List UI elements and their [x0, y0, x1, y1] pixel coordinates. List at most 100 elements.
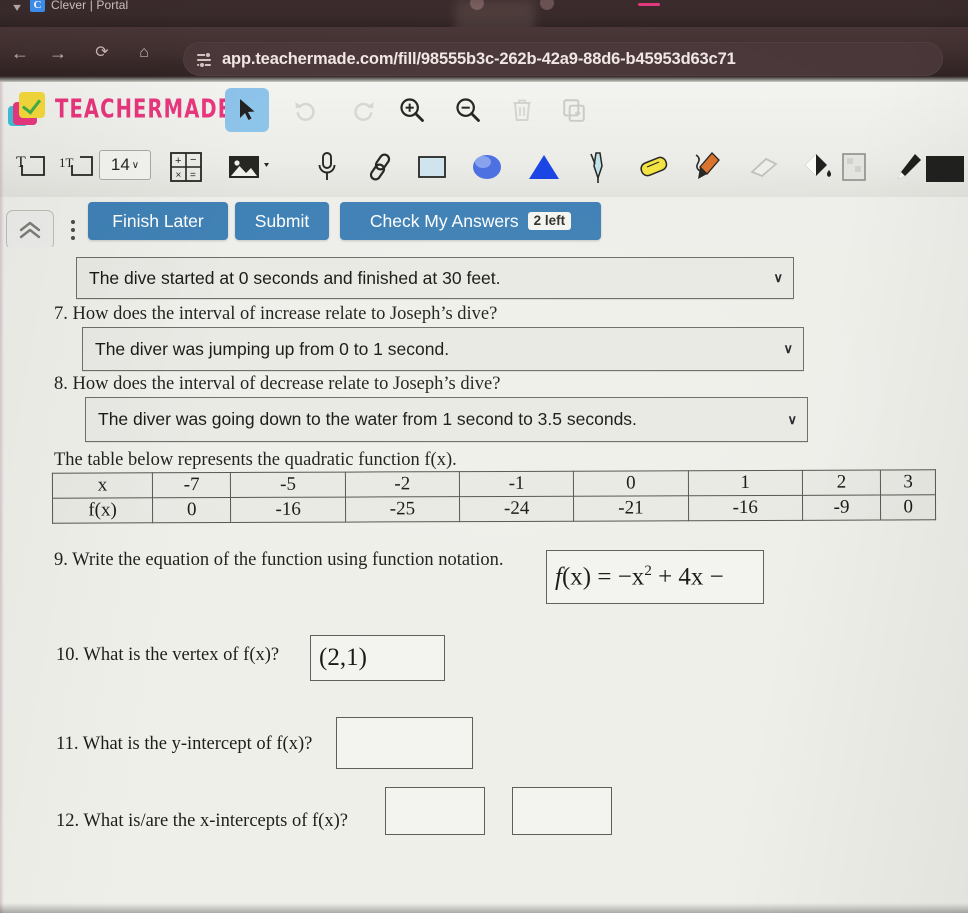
- browser-tab-partial-b[interactable]: [540, 0, 554, 10]
- highlighter-tool[interactable]: [630, 144, 678, 190]
- function-notation-f: f: [555, 563, 562, 591]
- table-cell: -2: [345, 471, 460, 498]
- marker-tool[interactable]: [682, 144, 730, 190]
- svg-text:−: −: [190, 154, 196, 166]
- teachermade-logo[interactable]: TEACHERMADE: [8, 90, 246, 128]
- table-cell: -7: [152, 472, 231, 498]
- redo-arrow-icon: [353, 101, 374, 121]
- question-12-text: 12. What is/are the x-intercepts of f(x)…: [56, 811, 348, 831]
- reload-icon[interactable]: ⟳: [90, 41, 114, 65]
- collapse-toolbar-button[interactable]: [6, 210, 54, 250]
- duplicate-pages-icon: [563, 99, 585, 122]
- answer-input-q12-first[interactable]: [385, 787, 485, 835]
- browser-tab-title: Clever | Portal: [51, 0, 129, 12]
- browser-tab-clever[interactable]: C Clever | Portal: [30, 0, 128, 12]
- answer-value-q10: (2,1): [319, 644, 367, 671]
- forward-icon[interactable]: →: [46, 41, 70, 65]
- duplicate-tool[interactable]: [552, 88, 596, 132]
- font-size-value: 14: [110, 155, 130, 174]
- table-cell: -21: [573, 495, 689, 522]
- audio-record-tool[interactable]: [305, 144, 349, 190]
- rectangle-icon: [418, 156, 446, 178]
- zoom-out-tool[interactable]: [446, 88, 490, 132]
- pen-icon: [590, 152, 603, 183]
- equation-suffix: + 4x −: [651, 563, 724, 591]
- checkmark-icon: [23, 95, 41, 113]
- color-swatch-icon: [842, 153, 866, 181]
- paint-bucket-icon: [805, 154, 831, 177]
- image-icon: [229, 156, 269, 178]
- answer-value-q9: f(x) = −x2 + 4x −: [555, 563, 724, 591]
- table-cell: -16: [230, 497, 346, 523]
- back-icon[interactable]: ←: [8, 41, 32, 65]
- text-box-tool[interactable]: T: [10, 144, 54, 190]
- site-settings-icon[interactable]: [197, 51, 213, 68]
- eraser-tool[interactable]: [738, 144, 786, 190]
- toolbar-row-primary: TEACHERMADE: [0, 82, 968, 140]
- triangle-icon: [529, 155, 559, 179]
- table-cell: -16: [688, 495, 803, 521]
- screen-glare: [455, 0, 535, 27]
- table-cell: f(x): [52, 497, 153, 524]
- undo-arrow-icon: [294, 101, 315, 121]
- table-cell: 3: [880, 469, 936, 496]
- rectangle-tool[interactable]: [408, 144, 456, 190]
- zoom-out-icon: [456, 98, 480, 122]
- rich-text-tool[interactable]: 1T: [54, 144, 102, 190]
- math-equation-tool[interactable]: + − × =: [162, 144, 210, 190]
- table-cell: 2: [802, 470, 881, 496]
- answer-input-q11[interactable]: [336, 717, 473, 769]
- check-my-answers-button[interactable]: Check My Answers 2 left: [340, 202, 601, 240]
- zoom-in-tool[interactable]: [390, 88, 434, 132]
- kebab-dot: [71, 236, 75, 240]
- delete-tool[interactable]: [500, 88, 544, 132]
- ellipse-tool[interactable]: [462, 144, 512, 190]
- browser-tab-strip: ▾ C Clever | Portal: [0, 0, 968, 27]
- clever-favicon-icon: C: [30, 0, 45, 12]
- answer-value-q6: The dive started at 0 seconds and finish…: [89, 267, 501, 288]
- table-cell: -5: [230, 472, 346, 498]
- text-box-icon: T: [16, 154, 45, 176]
- image-tool[interactable]: [222, 144, 278, 190]
- undo-tool[interactable]: [283, 88, 327, 132]
- answer-dropdown-q7[interactable]: The diver was jumping up from 0 to 1 sec…: [82, 327, 804, 371]
- svg-text:=: =: [190, 170, 196, 181]
- more-options-menu[interactable]: [66, 210, 80, 250]
- question-7-text: 7. How does the interval of increase rel…: [54, 304, 498, 324]
- tab-overflow-caret-icon[interactable]: ▾: [13, 1, 21, 13]
- teachermade-wordmark: TEACHERMADE: [55, 94, 233, 124]
- table-cell: -9: [802, 495, 881, 521]
- font-size-select[interactable]: 14 ∨: [99, 150, 151, 180]
- zoom-in-icon: [400, 98, 424, 122]
- submit-button[interactable]: Submit: [235, 202, 329, 240]
- trash-icon: [513, 99, 531, 121]
- triangle-tool[interactable]: [520, 144, 568, 190]
- link-tool[interactable]: [357, 144, 403, 190]
- finish-later-button[interactable]: Finish Later: [88, 202, 228, 240]
- table-row-fx: f(x) 0 -16 -25 -24 -21 -16 -9 0: [52, 494, 936, 524]
- tab-highlight-marker: [638, 3, 660, 6]
- marker-pencil-icon: [695, 152, 720, 179]
- eraser-icon: [750, 157, 778, 178]
- fill-color-swatch[interactable]: [832, 144, 876, 190]
- stroke-color-swatch[interactable]: [924, 146, 968, 192]
- stroke-color-tool[interactable]: [888, 144, 928, 190]
- select-cursor-tool[interactable]: [225, 88, 269, 132]
- home-icon[interactable]: ⌂: [132, 41, 156, 65]
- answer-input-q10[interactable]: (2,1): [310, 635, 445, 681]
- question-8-text: 8. How does the interval of decrease rel…: [54, 374, 501, 394]
- answer-input-q9[interactable]: f(x) = −x2 + 4x −: [546, 550, 764, 604]
- ellipse-icon: [473, 155, 501, 179]
- svg-text:T: T: [16, 154, 26, 171]
- address-bar[interactable]: app.teachermade.com/fill/98555b3c-262b-4…: [183, 42, 943, 76]
- table-cell: -25: [345, 496, 460, 523]
- answer-input-q12-second[interactable]: [512, 787, 612, 835]
- submit-label: Submit: [254, 210, 310, 231]
- answer-dropdown-q8[interactable]: The diver was going down to the water fr…: [85, 397, 808, 442]
- stroke-pen-icon: [898, 154, 921, 179]
- answer-dropdown-q6[interactable]: The dive started at 0 seconds and finish…: [76, 257, 794, 299]
- redo-tool[interactable]: [341, 88, 385, 132]
- pen-tool[interactable]: [578, 144, 622, 190]
- worksheet-page: The dive started at 0 seconds and finish…: [0, 247, 968, 913]
- table-cell: 0: [880, 494, 936, 521]
